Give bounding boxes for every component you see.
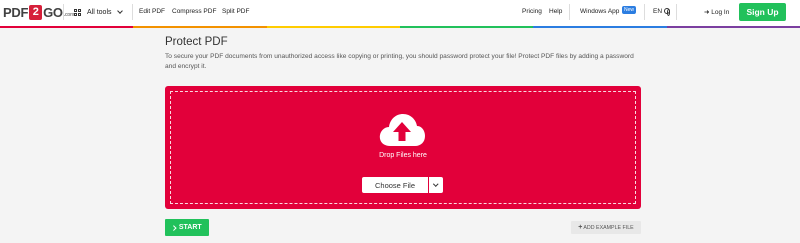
nav-help[interactable]: Help — [549, 8, 562, 15]
grid-icon — [74, 8, 81, 16]
stripe-segment-blue — [533, 26, 667, 28]
nav-edit-pdf[interactable]: Edit PDF — [139, 8, 165, 15]
all-tools-menu[interactable]: All tools — [74, 5, 123, 19]
drop-files-text: Drop Files here — [379, 152, 427, 159]
add-example-file-button[interactable]: + ADD EXAMPLE FILE — [571, 221, 641, 234]
divider — [569, 4, 570, 20]
color-stripe — [0, 26, 800, 28]
login-label: Log In — [711, 9, 730, 16]
all-tools-label: All tools — [87, 8, 112, 16]
stripe-segment-green — [399, 26, 534, 28]
nav-pricing[interactable]: Pricing — [522, 8, 542, 15]
divider — [63, 4, 64, 20]
start-label: START — [178, 224, 202, 231]
choose-file-button[interactable]: Choose File — [362, 177, 428, 193]
logo-pdf: PDF — [3, 4, 29, 20]
page-title: Protect PDF — [165, 36, 228, 48]
page-description: To secure your PDF documents from unauth… — [165, 53, 634, 70]
stripe-segment-purple — [666, 26, 800, 28]
logo-2: 2 — [29, 4, 43, 20]
divider — [132, 4, 133, 20]
start-button[interactable]: START — [165, 219, 209, 236]
logo-suffix: .com — [63, 12, 75, 18]
nav-split-pdf[interactable]: Split PDF — [222, 8, 249, 15]
chevron-right-icon — [171, 225, 177, 230]
choose-file-dropdown[interactable] — [429, 177, 443, 193]
new-badge: New — [622, 6, 637, 14]
divider — [676, 4, 677, 20]
login-arrow-icon: ➜ — [704, 9, 710, 16]
logo-go: GO — [43, 4, 63, 20]
globe-icon — [664, 8, 671, 16]
login-link[interactable]: ➜ Log In — [704, 8, 729, 16]
divider — [644, 4, 645, 20]
nav-compress-pdf[interactable]: Compress PDF — [172, 8, 216, 15]
language-selector[interactable]: EN — [653, 8, 671, 16]
add-example-label: ADD EXAMPLE FILE — [583, 224, 634, 231]
language-label: EN — [653, 8, 663, 15]
signup-button[interactable]: Sign Up — [739, 3, 786, 21]
nav-windows-app[interactable]: Windows App — [580, 8, 619, 15]
plus-icon: + — [578, 224, 583, 231]
stripe-segment-red — [0, 26, 134, 28]
chevron-down-icon — [433, 181, 439, 187]
top-navbar: PDF 2 GO .com All tools Edit PDF Compress P… — [0, 0, 800, 26]
stripe-segment-yellow — [266, 26, 400, 28]
cloud-upload-icon — [379, 114, 425, 146]
stripe-segment-orange — [133, 26, 267, 28]
chevron-down-icon — [116, 8, 123, 14]
